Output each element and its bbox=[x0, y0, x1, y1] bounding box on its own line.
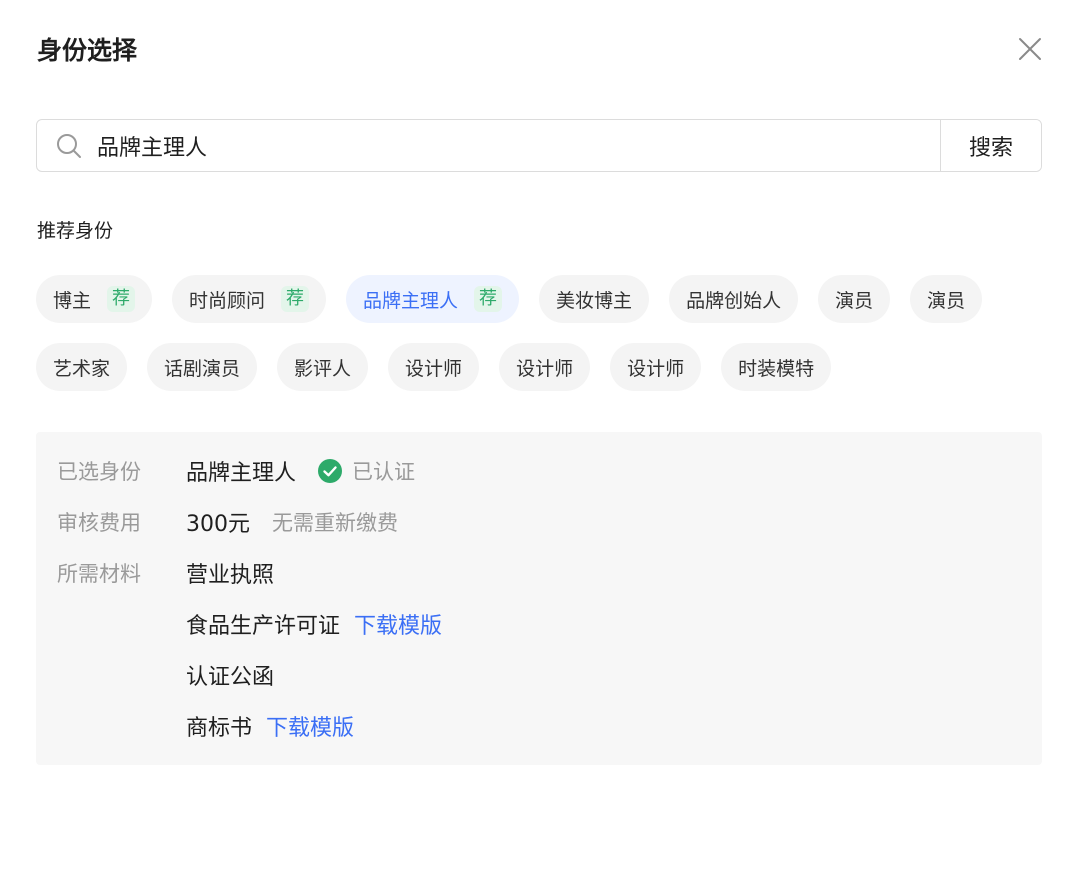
dialog-title: 身份选择 bbox=[37, 36, 138, 65]
verified-status: 已认证 bbox=[352, 460, 416, 484]
material-item: 营业执照 bbox=[186, 557, 274, 589]
material-name: 食品生产许可证 bbox=[186, 614, 341, 639]
material-item: 商标书 下载模版 bbox=[186, 710, 354, 742]
identity-chip-actor-2[interactable]: 演员 bbox=[910, 275, 983, 323]
identity-chips-row-1: 博主 荐 时尚顾问 荐 品牌主理人 荐 美妆博主 品牌创始人 演员 演员 bbox=[36, 275, 983, 323]
search-bar: 搜索 bbox=[36, 119, 1042, 172]
chip-label: 博主 bbox=[53, 289, 92, 312]
material-item: 认证公函 bbox=[186, 659, 274, 691]
identity-chip-brand-founder[interactable]: 品牌创始人 bbox=[669, 275, 799, 323]
materials-row-2: 食品生产许可证 下载模版 bbox=[57, 607, 442, 641]
chip-label: 演员 bbox=[835, 289, 874, 312]
identity-chip-film-critic[interactable]: 影评人 bbox=[277, 343, 369, 391]
recommend-badge: 荐 bbox=[281, 286, 310, 312]
identity-chip-fashion-consultant[interactable]: 时尚顾问 荐 bbox=[172, 275, 327, 323]
close-button[interactable] bbox=[1014, 33, 1046, 65]
chip-label: 时装模特 bbox=[738, 357, 815, 380]
material-name: 认证公函 bbox=[186, 665, 275, 690]
chip-label: 品牌主理人 bbox=[363, 289, 459, 312]
chip-label: 品牌创始人 bbox=[686, 289, 782, 312]
identity-chip-brand-owner[interactable]: 品牌主理人 荐 bbox=[346, 275, 520, 323]
verified-check-icon bbox=[318, 459, 343, 483]
review-fee-row: 审核费用 300元 无需重新缴费 bbox=[57, 505, 398, 539]
chip-label: 设计师 bbox=[405, 357, 463, 380]
chip-label: 设计师 bbox=[627, 357, 685, 380]
materials-row-4: 商标书 下载模版 bbox=[57, 709, 354, 743]
download-template-link[interactable]: 下载模版 bbox=[266, 710, 354, 742]
close-icon bbox=[1019, 38, 1041, 60]
recommend-badge: 荐 bbox=[107, 286, 136, 312]
download-template-link[interactable]: 下载模版 bbox=[354, 608, 442, 640]
material-name: 商标书 bbox=[186, 716, 253, 741]
chip-label: 影评人 bbox=[294, 357, 352, 380]
review-fee-note: 无需重新缴费 bbox=[272, 511, 398, 535]
search-input[interactable] bbox=[97, 133, 940, 158]
materials-row-1: 所需材料 营业执照 bbox=[57, 556, 274, 590]
recommend-badge: 荐 bbox=[474, 286, 503, 312]
identity-chip-designer[interactable]: 设计师 bbox=[388, 343, 480, 391]
identity-chip-stage-actor[interactable]: 话剧演员 bbox=[147, 343, 258, 391]
selected-identity-value-group: 品牌主理人 已认证 bbox=[186, 455, 415, 487]
search-icon bbox=[57, 133, 81, 158]
identity-chip-fashion-model[interactable]: 时装模特 bbox=[721, 343, 832, 391]
chip-label: 设计师 bbox=[516, 357, 574, 380]
identity-details-panel: 已选身份 品牌主理人 已认证 审核费用 300元 无需重新缴费 所需材料 营业执… bbox=[36, 432, 1042, 765]
materials-label: 所需材料 bbox=[57, 562, 141, 586]
identity-chip-artist[interactable]: 艺术家 bbox=[36, 343, 128, 391]
identity-chips-row-2: 艺术家 话剧演员 影评人 设计师 设计师 设计师 时装模特 bbox=[36, 343, 832, 391]
recommended-identities-heading: 推荐身份 bbox=[37, 220, 114, 242]
identity-chip-designer-3[interactable]: 设计师 bbox=[610, 343, 702, 391]
material-item: 食品生产许可证 下载模版 bbox=[186, 608, 442, 640]
chip-label: 时尚顾问 bbox=[189, 289, 266, 312]
selected-identity-label: 已选身份 bbox=[57, 460, 141, 484]
review-fee-label: 审核费用 bbox=[57, 511, 141, 535]
identity-selection-dialog: 身份选择 搜索 推荐身份 博主 荐 时尚顾问 荐 品牌主理人 荐 bbox=[0, 0, 1080, 888]
review-fee-value-group: 300元 无需重新缴费 bbox=[186, 506, 398, 538]
chip-label: 演员 bbox=[927, 289, 966, 312]
identity-chip-blogger[interactable]: 博主 荐 bbox=[36, 275, 153, 323]
review-fee-value: 300元 bbox=[186, 512, 250, 537]
search-button[interactable]: 搜索 bbox=[940, 120, 1041, 171]
material-name: 营业执照 bbox=[186, 563, 275, 588]
materials-row-3: 认证公函 bbox=[57, 658, 274, 692]
chip-label: 艺术家 bbox=[53, 357, 111, 380]
chip-label: 话剧演员 bbox=[164, 357, 241, 380]
chip-label: 美妆博主 bbox=[556, 289, 633, 312]
selected-identity-row: 已选身份 品牌主理人 已认证 bbox=[57, 454, 415, 488]
identity-chip-actor[interactable]: 演员 bbox=[818, 275, 891, 323]
identity-chip-beauty-blogger[interactable]: 美妆博主 bbox=[539, 275, 650, 323]
selected-identity-value: 品牌主理人 bbox=[186, 461, 297, 486]
search-input-wrapper bbox=[37, 120, 940, 171]
identity-chip-designer-2[interactable]: 设计师 bbox=[499, 343, 591, 391]
